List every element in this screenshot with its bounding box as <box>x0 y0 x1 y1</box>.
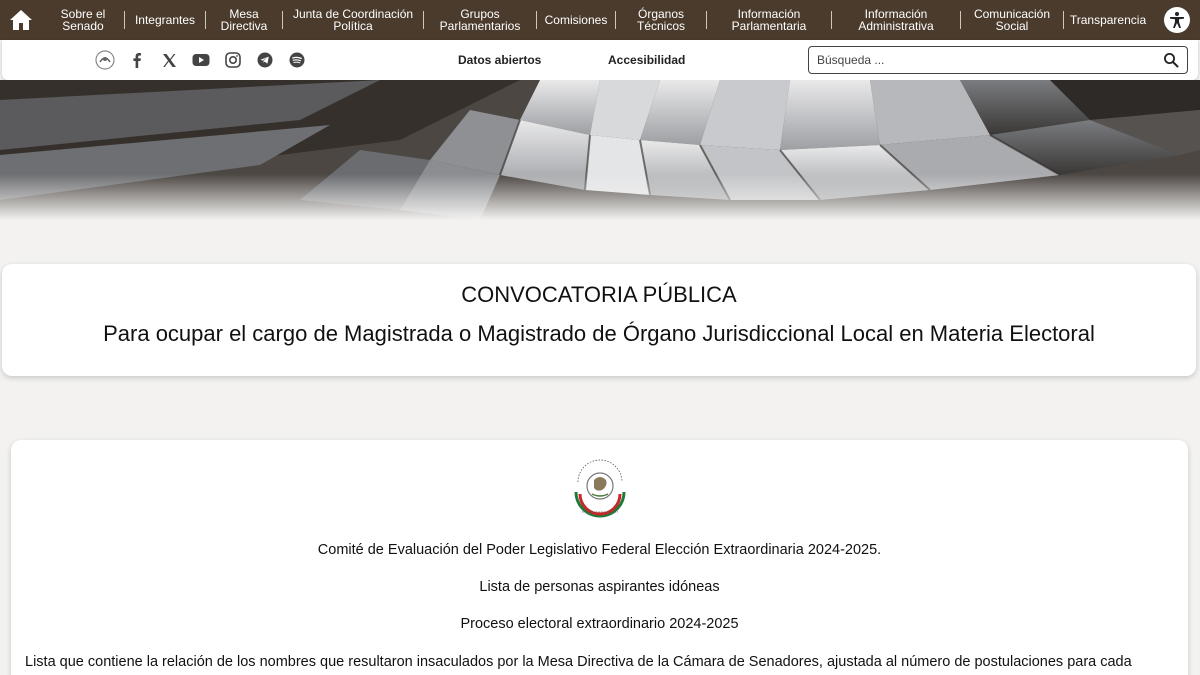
nav-item-mesa-directiva[interactable]: Mesa Directiva <box>206 0 282 40</box>
main-navigation-bar: Sobre el Senado Integrantes Mesa Directi… <box>0 0 1200 40</box>
spotify-icon[interactable] <box>286 49 308 71</box>
home-icon <box>10 10 32 30</box>
search-icon[interactable] <box>1163 52 1179 68</box>
process-line: Proceso electoral extraordinario 2024-20… <box>460 616 739 632</box>
search-input[interactable] <box>817 52 1147 68</box>
intro-paragraph: Lista que contiene la relación de los no… <box>25 654 1132 670</box>
nav-item-integrantes[interactable]: Integrantes <box>125 0 205 40</box>
accessibility-button[interactable] <box>1160 0 1194 40</box>
senado-seal-logo <box>566 454 634 522</box>
nav-item-organos-tecnicos[interactable]: Órganos Técnicos <box>616 0 706 40</box>
page-title: CONVOCATORIA PÚBLICA <box>461 282 737 307</box>
nav-item-comunicacion-social[interactable]: Comunicación Social <box>961 0 1063 40</box>
facebook-icon[interactable] <box>126 49 148 71</box>
youtube-icon[interactable] <box>190 49 212 71</box>
senado-logo-icon[interactable] <box>94 49 116 71</box>
page-subtitle: Para ocupar el cargo de Magistrada o Mag… <box>103 321 1095 346</box>
nav-item-informacion-administrativa[interactable]: Información Administrativa <box>832 0 960 40</box>
hero-banner-image <box>0 80 1200 220</box>
nav-menu: Sobre el Senado Integrantes Mesa Directi… <box>42 0 1160 40</box>
instagram-icon[interactable] <box>222 49 244 71</box>
nav-item-sobre-el-senado[interactable]: Sobre el Senado <box>42 0 124 40</box>
hero-fade <box>0 174 1200 220</box>
nav-item-transparencia[interactable]: Transparencia <box>1064 0 1152 40</box>
search-box <box>808 46 1188 74</box>
social-links <box>94 49 308 71</box>
accessibility-icon <box>1170 12 1184 28</box>
nav-item-comisiones[interactable]: Comisiones <box>537 0 615 40</box>
committee-line: Comité de Evaluación del Poder Legislati… <box>317 542 882 558</box>
utility-bar: Datos abiertos Accesibilidad <box>2 40 1198 80</box>
content-card: Comité de Evaluación del Poder Legislati… <box>11 440 1188 675</box>
nav-item-jucopo[interactable]: Junta de Coordinación Política <box>283 0 423 40</box>
telegram-icon[interactable] <box>254 49 276 71</box>
home-button[interactable] <box>0 0 42 40</box>
list-title: Lista de personas aspirantes idóneas <box>479 579 720 595</box>
title-card: CONVOCATORIA PÚBLICA Para ocupar el carg… <box>2 264 1196 376</box>
nav-item-informacion-parlamentaria[interactable]: Información Parlamentaria <box>707 0 831 40</box>
nav-item-grupos-parlamentarios[interactable]: Grupos Parlamentarios <box>424 0 536 40</box>
open-data-link[interactable]: Datos abiertos <box>458 53 541 67</box>
x-icon[interactable] <box>158 49 180 71</box>
accessibility-link[interactable]: Accesibilidad <box>608 53 685 67</box>
